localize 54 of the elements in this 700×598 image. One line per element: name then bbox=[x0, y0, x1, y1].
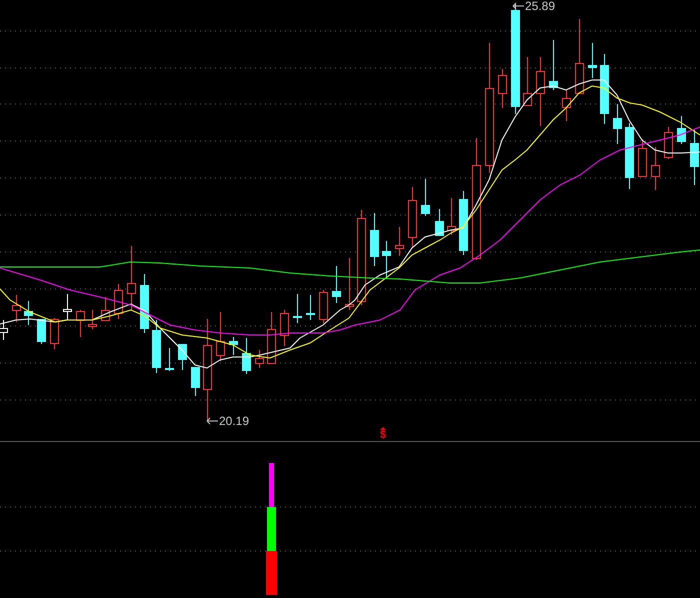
candlestick bbox=[267, 312, 276, 364]
candlestick bbox=[152, 320, 161, 374]
caret-icon bbox=[380, 427, 386, 430]
candlestick bbox=[191, 366, 200, 396]
candlestick bbox=[421, 178, 430, 216]
candlestick bbox=[345, 258, 354, 310]
candlestick bbox=[600, 54, 609, 124]
candlestick bbox=[536, 56, 545, 126]
arrow-icon bbox=[512, 2, 524, 10]
candlestick bbox=[523, 56, 532, 106]
candlestick bbox=[12, 294, 21, 322]
candlestick bbox=[370, 212, 379, 266]
candlestick bbox=[382, 240, 391, 280]
candlestick bbox=[638, 138, 647, 178]
candlestick bbox=[63, 294, 72, 320]
candlestick bbox=[280, 310, 289, 346]
candlestick bbox=[408, 186, 417, 248]
low-price-label: 20.19 bbox=[219, 415, 250, 427]
candlestick bbox=[76, 310, 85, 338]
candlestick bbox=[293, 294, 302, 324]
candlestick bbox=[229, 336, 238, 356]
candlestick bbox=[255, 350, 264, 368]
candlestick bbox=[165, 348, 174, 372]
signal-mark: $ bbox=[380, 430, 386, 441]
candlestick bbox=[562, 90, 571, 122]
candlestick bbox=[140, 274, 149, 334]
candlestick bbox=[613, 104, 622, 144]
candlestick bbox=[459, 190, 468, 256]
candlestick bbox=[127, 246, 136, 310]
arrow-icon bbox=[206, 417, 218, 425]
candlestick bbox=[498, 68, 507, 108]
candlestick bbox=[101, 296, 110, 321]
candlestick bbox=[24, 300, 33, 326]
candlestick bbox=[651, 146, 660, 190]
candlestick bbox=[664, 126, 673, 160]
candlestick bbox=[114, 284, 123, 320]
candlestick bbox=[37, 318, 46, 344]
candlestick bbox=[447, 198, 456, 236]
high-price-label: 25.89 bbox=[525, 0, 556, 12]
candlestick bbox=[625, 122, 634, 190]
candlestick bbox=[549, 40, 558, 90]
candlestick bbox=[50, 318, 59, 350]
candlestick bbox=[395, 226, 404, 256]
candlestick bbox=[306, 294, 315, 320]
candlestick bbox=[690, 130, 699, 186]
candlestick bbox=[88, 310, 97, 330]
candlestick bbox=[435, 208, 444, 236]
candlestick bbox=[588, 42, 597, 78]
candlestick bbox=[319, 290, 328, 324]
candlestick bbox=[178, 344, 187, 370]
candlestick bbox=[242, 338, 251, 374]
candlestick bbox=[677, 116, 686, 144]
candlestick bbox=[216, 312, 225, 362]
candlestick bbox=[332, 266, 341, 304]
